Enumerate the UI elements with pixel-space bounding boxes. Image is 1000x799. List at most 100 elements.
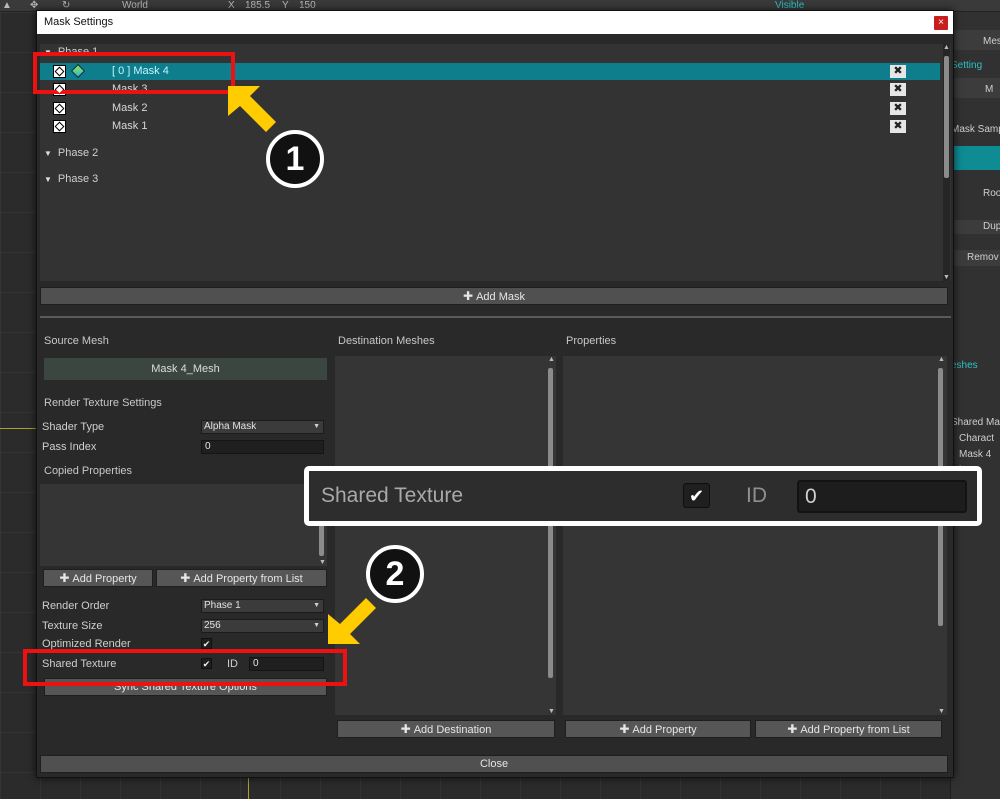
delete-mask-icon[interactable]: ✖ (890, 102, 906, 115)
add-mask-label: Add Mask (476, 291, 525, 303)
texture-size-value: 256 (204, 620, 221, 631)
chevron-down-icon: ▼ (313, 423, 320, 430)
callout-id-field: 0 (797, 480, 967, 513)
inspector-remove-button[interactable]: Remov (967, 252, 1000, 263)
shared-texture-zoom-callout: Shared Texture ✔ ID 0 (304, 466, 982, 526)
callout-shared-texture-label: Shared Texture (321, 484, 464, 507)
destination-scrollbar[interactable]: ▲ ▼ (547, 356, 555, 715)
chevron-down-icon: ▼ (313, 622, 320, 629)
render-order-dropdown[interactable]: Phase 1 ▼ (201, 599, 324, 613)
source-mesh-button[interactable]: Mask 4_Mesh (44, 358, 327, 380)
mesh-list-item[interactable]: Mask 4 (959, 449, 1000, 460)
dialog-title: Mask Settings (44, 16, 114, 28)
destination-meshes-title: Destination Meshes (338, 335, 435, 347)
delete-mask-icon[interactable]: ✖ (890, 120, 906, 133)
button-label: Add Property from List (800, 724, 910, 736)
scroll-down-icon[interactable]: ▼ (319, 559, 326, 566)
button-label: Add Destination (413, 724, 492, 736)
inspector-item[interactable]: M (985, 84, 1000, 95)
close-button[interactable]: Close (40, 755, 948, 773)
shader-type-dropdown[interactable]: Alpha Mask ▼ (201, 420, 324, 434)
highlight-box-mask-row (33, 52, 235, 94)
properties-list[interactable]: ▲ ▼ (563, 356, 947, 715)
mask-row[interactable]: Mask 1 ✖ (40, 118, 940, 135)
section-divider (40, 316, 951, 318)
plus-icon: ✚ (180, 571, 191, 585)
pass-index-label: Pass Index (42, 441, 97, 453)
plus-icon: ✚ (619, 722, 630, 736)
phase-label: Phase 2 (57, 147, 99, 159)
phase-header[interactable]: ▼ Phase 3 (44, 173, 98, 185)
mask-label: Mask 1 (112, 120, 148, 132)
plus-icon: ✚ (463, 289, 474, 303)
add-destination-button[interactable]: ✚ Add Destination (337, 720, 555, 738)
inspector-root-button[interactable]: Roo (983, 188, 1000, 199)
chevron-down-icon: ▼ (313, 602, 320, 609)
canvas-guide-line (248, 778, 249, 799)
step-badge-1: 1 (266, 130, 324, 188)
callout-checkbox: ✔ (683, 483, 710, 508)
mesh-list-item[interactable]: Shared Mas (951, 417, 1000, 428)
mesh-list-item[interactable]: Charact (959, 433, 1000, 444)
plus-icon: ✚ (400, 722, 411, 736)
button-label: Add Property (632, 724, 697, 736)
meshes-tab[interactable]: eshes (951, 360, 1000, 371)
properties-title: Properties (566, 335, 617, 347)
expand-triangle-icon: ▼ (44, 175, 52, 184)
pass-index-field[interactable]: 0 (201, 440, 324, 454)
optimized-render-checkbox[interactable]: ✔ (201, 638, 212, 649)
add-mask-button[interactable]: ✚ Add Mask (40, 287, 948, 305)
scroll-down-icon[interactable]: ▼ (548, 708, 555, 715)
render-order-label: Render Order (42, 600, 110, 612)
mask-row[interactable]: Mask 2 ✖ (40, 100, 940, 117)
render-texture-title: Render Texture Settings (44, 397, 162, 409)
inspector-setting-tab[interactable]: Setting (951, 60, 1000, 71)
scroll-up-icon[interactable]: ▲ (548, 356, 555, 363)
texture-size-dropdown[interactable]: 256 ▼ (201, 619, 324, 633)
scroll-down-icon[interactable]: ▼ (938, 708, 945, 715)
inspector-panel: Mes Setting M Mask Samp Roo Dup Remov es… (950, 12, 1000, 799)
mask-visibility-icon[interactable] (53, 120, 66, 133)
copied-properties-list[interactable]: ▼ (40, 484, 327, 566)
add-property-from-list-button[interactable]: ✚ Add Property from List (755, 720, 942, 738)
inspector-label: Mask Samp (951, 124, 1000, 135)
source-mesh-title: Source Mesh (44, 335, 109, 347)
add-property-button[interactable]: ✚ Add Property (565, 720, 751, 738)
plus-icon: ✚ (59, 571, 70, 585)
pointer-arrow-2-icon (328, 598, 376, 644)
scroll-up-icon[interactable]: ▲ (938, 356, 945, 363)
plus-icon: ✚ (787, 722, 798, 736)
canvas-guide-line (0, 428, 36, 429)
inspector-duplicate-button[interactable]: Dup (983, 221, 1000, 232)
cursor-tool-icon[interactable]: ▲ (2, 0, 12, 11)
destination-meshes-list[interactable]: ▲ ▼ (335, 356, 556, 715)
expand-triangle-icon: ▼ (44, 149, 52, 158)
mask-label: Mask 2 (112, 102, 148, 114)
inspector-tab[interactable]: Mes (983, 36, 1000, 47)
mask-visibility-icon[interactable] (53, 102, 66, 115)
pointer-arrow-1-icon (228, 86, 276, 132)
properties-scrollbar[interactable]: ▲ ▼ (937, 356, 945, 715)
add-copied-property-from-list-button[interactable]: ✚ Add Property from List (156, 569, 327, 587)
scrollbar-thumb[interactable] (944, 56, 949, 178)
phase-header[interactable]: ▼ Phase 2 (44, 147, 98, 159)
callout-id-label: ID (746, 484, 767, 507)
texture-size-label: Texture Size (42, 620, 103, 632)
dialog-titlebar: Mask Settings × (37, 11, 953, 34)
scroll-down-icon[interactable]: ▼ (943, 274, 950, 281)
button-label: Add Property (72, 573, 137, 585)
copied-properties-title: Copied Properties (44, 465, 133, 477)
highlight-box-shared-texture (23, 649, 347, 686)
shader-type-value: Alpha Mask (204, 421, 257, 432)
mask-list-scrollbar[interactable]: ▲ ▼ (943, 44, 950, 281)
phase-label: Phase 3 (57, 173, 99, 185)
step-badge-2: 2 (366, 545, 424, 603)
render-order-value: Phase 1 (204, 600, 241, 611)
delete-mask-icon[interactable]: ✖ (890, 83, 906, 96)
add-copied-property-button[interactable]: ✚ Add Property (43, 569, 153, 587)
close-icon[interactable]: × (934, 16, 948, 30)
scroll-up-icon[interactable]: ▲ (943, 44, 950, 51)
delete-mask-icon[interactable]: ✖ (890, 65, 906, 78)
shader-type-label: Shader Type (42, 421, 105, 433)
button-label: Add Property from List (193, 573, 303, 585)
